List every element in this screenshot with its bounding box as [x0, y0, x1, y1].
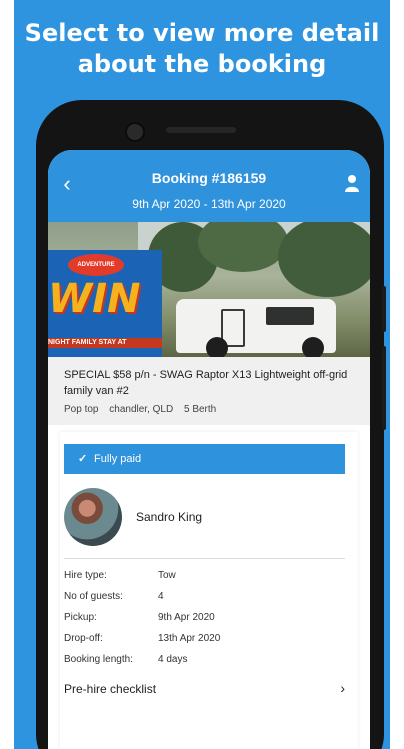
detail-row: No of guests: 4 [64, 589, 345, 610]
booking-details: Hire type: Tow No of guests: 4 Pickup: 9… [64, 568, 345, 673]
headline-line-2: about the booking [77, 50, 327, 78]
detail-label: Booking length: [64, 654, 133, 665]
listing-summary[interactable]: SPECIAL $58 p/n - SWAG Raptor X13 Lightw… [48, 357, 370, 425]
caravan-wheel [206, 337, 228, 357]
detail-value: 9th Apr 2020 [158, 612, 215, 623]
divider [64, 558, 345, 559]
headline-line-1: Select to view more detail [24, 19, 380, 47]
detail-row: Hire type: Tow [64, 568, 345, 589]
avatar [64, 488, 122, 546]
promo-win-text: WIN [48, 276, 141, 322]
check-icon: ✓ [78, 453, 88, 465]
promo-frame: Select to view more detail about the boo… [14, 0, 390, 749]
phone-device: ‹ Booking #186159 9th Apr 2020 - 13th Ap… [36, 100, 386, 749]
status-label: Fully paid [94, 453, 142, 465]
speaker-grille [166, 127, 236, 133]
owner-name: Sandro King [136, 510, 203, 524]
status-badge: ✓ Fully paid [64, 444, 345, 474]
app-screen: ‹ Booking #186159 9th Apr 2020 - 13th Ap… [48, 150, 370, 749]
listing-photo: ADVENTURE WIN NIGHT FAMILY STAY AT [48, 222, 370, 357]
detail-label: Drop-off: [64, 633, 103, 644]
phone-volume-button [382, 346, 386, 430]
booking-dates: 9th Apr 2020 - 13th Apr 2020 [132, 197, 286, 211]
detail-value: 4 days [158, 654, 188, 665]
detail-row: Booking length: 4 days [64, 652, 345, 673]
detail-value: 13th Apr 2020 [158, 633, 221, 644]
checklist-label: Pre-hire checklist [64, 682, 157, 696]
user-icon[interactable] [344, 174, 360, 192]
promo-banner: ADVENTURE WIN NIGHT FAMILY STAY AT [48, 250, 162, 357]
promo-line: NIGHT FAMILY STAY AT [48, 338, 162, 348]
listing-meta: Pop top chandler, QLD 5 Berth [64, 404, 224, 415]
app-header: ‹ Booking #186159 9th Apr 2020 - 13th Ap… [48, 150, 370, 222]
camera-icon [125, 122, 145, 142]
detail-label: Pickup: [64, 612, 97, 623]
listing-title: SPECIAL $58 p/n - SWAG Raptor X13 Lightw… [64, 369, 348, 397]
detail-row: Pickup: 9th Apr 2020 [64, 610, 345, 631]
listing-berth: 5 Berth [183, 404, 217, 415]
booking-title: Booking #186159 [151, 170, 267, 186]
detail-value: Tow [158, 570, 176, 581]
promo-logo: ADVENTURE [68, 254, 124, 276]
pre-hire-checklist-link[interactable]: Pre-hire checklist › [64, 672, 345, 706]
listing-location: chandler, QLD [109, 404, 174, 415]
detail-row: Drop-off: 13th Apr 2020 [64, 631, 345, 652]
phone-side-button [382, 286, 386, 332]
detail-label: Hire type: [64, 570, 107, 581]
caravan-window [266, 307, 314, 325]
headline: Select to view more detail about the boo… [14, 18, 390, 80]
detail-value: 4 [158, 591, 164, 602]
detail-label: No of guests: [64, 591, 123, 602]
caravan-image [176, 299, 336, 357]
listing-type: Pop top [64, 404, 99, 415]
caravan-wheel [302, 337, 324, 357]
photo-tree [278, 222, 370, 297]
chevron-right-icon: › [340, 680, 345, 696]
booking-card: ✓ Fully paid Sandro King Hire type: Tow … [60, 432, 358, 749]
